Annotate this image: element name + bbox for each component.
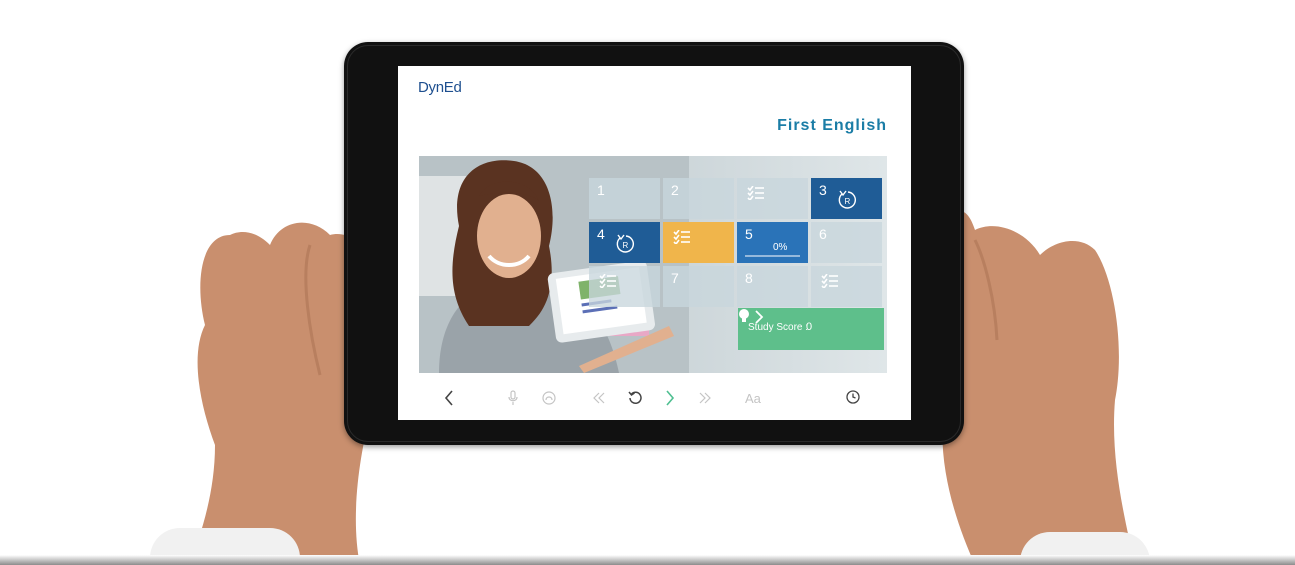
study-score-label: Study Score : [748, 322, 809, 333]
lesson-tile-1[interactable]: 1 [589, 178, 660, 219]
clock-icon[interactable] [846, 390, 860, 404]
review-icon: R [838, 190, 857, 209]
study-score-panel[interactable]: Study Score : 0 [738, 308, 884, 350]
lesson-number: 4 [597, 226, 605, 242]
lesson-number: 5 [745, 226, 753, 242]
checklist-icon [673, 230, 690, 244]
bottom-shadow [0, 555, 1295, 565]
app-screen: DynEd First English 1 2 3 R 4 R 5 0% 6 7… [398, 66, 911, 420]
rewind-icon[interactable] [593, 392, 605, 404]
lesson-progress-bar [745, 255, 800, 257]
lesson-tile-5[interactable]: 5 0% [737, 222, 808, 263]
checklist-icon [747, 186, 764, 200]
lesson-number: 2 [671, 182, 679, 198]
lesson-number: 8 [745, 270, 753, 286]
checklist-icon [821, 274, 838, 288]
course-hero: 1 2 3 R 4 R 5 0% 6 7 8 Study Score: 0 [419, 156, 887, 373]
playback-recording-icon[interactable] [542, 391, 556, 405]
lesson-number: 7 [671, 270, 679, 286]
checklist-icon [599, 274, 616, 288]
quiz-tile-4[interactable] [811, 266, 882, 307]
lesson-number: 3 [819, 182, 827, 198]
lesson-tile-8[interactable]: 8 [737, 266, 808, 307]
dyned-logo: DynEd [418, 79, 462, 96]
lesson-progress-text: 0% [773, 242, 788, 253]
lesson-tile-7[interactable]: 7 [663, 266, 734, 307]
review-icon: R [616, 234, 635, 253]
back-icon[interactable] [444, 390, 454, 406]
lesson-number: 1 [597, 182, 605, 198]
lesson-grid: 1 2 3 R 4 R 5 0% 6 7 8 Study Score: 0 [589, 178, 887, 353]
font-size-button[interactable]: Aa [745, 391, 761, 406]
quiz-tile-2[interactable] [663, 222, 734, 263]
bottom-toolbar: Aa [398, 384, 911, 414]
lesson-number: 6 [819, 226, 827, 242]
svg-text:R: R [845, 197, 851, 206]
next-icon[interactable] [665, 390, 675, 406]
lesson-tile-2[interactable]: 2 [663, 178, 734, 219]
course-title: First English [777, 117, 887, 134]
lesson-tile-3[interactable]: 3 R [811, 178, 882, 219]
study-score-value: 0 [806, 321, 813, 333]
svg-text:R: R [623, 241, 629, 250]
quiz-tile-3[interactable] [589, 266, 660, 307]
quiz-tile-1[interactable] [737, 178, 808, 219]
repeat-icon[interactable] [628, 390, 643, 405]
lesson-tile-6[interactable]: 6 [811, 222, 882, 263]
lesson-tile-4[interactable]: 4 R [589, 222, 660, 263]
fast-forward-icon[interactable] [699, 392, 711, 404]
microphone-icon[interactable] [507, 390, 519, 406]
